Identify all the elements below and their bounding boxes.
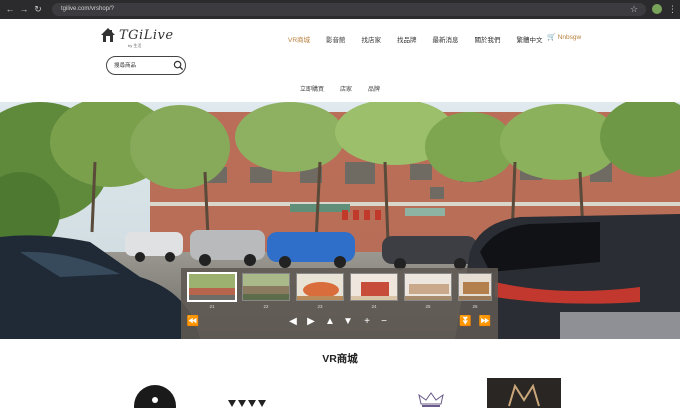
- scene-thumbnail-label: 24: [371, 304, 377, 309]
- cart-label: Nnbsgw: [557, 34, 582, 41]
- extension-icon[interactable]: [652, 4, 662, 14]
- scene-thumbnail-label: 23: [317, 304, 323, 309]
- search-input[interactable]: [114, 61, 172, 71]
- partner-logo-triangles[interactable]: [228, 400, 266, 408]
- brand-name: TGiLive: [119, 28, 174, 43]
- nav-item-brands[interactable]: 找品牌: [397, 34, 417, 44]
- search-box[interactable]: [106, 56, 186, 75]
- zoom-out-icon[interactable]: −: [378, 316, 390, 328]
- left-arrow-icon[interactable]: ◀: [287, 316, 299, 328]
- cart-link[interactable]: 🛒 Nnbsgw: [547, 33, 581, 41]
- star-icon[interactable]: ☆: [630, 3, 638, 15]
- up-arrow-icon[interactable]: ▲: [324, 316, 336, 328]
- scene-thumbnail[interactable]: [404, 273, 452, 301]
- hide-panel-icon[interactable]: ⏬: [459, 316, 471, 328]
- zoom-in-icon[interactable]: +: [361, 316, 373, 328]
- scene-thumbnail-label: 22: [263, 304, 269, 309]
- partner-logo-m[interactable]: [487, 378, 561, 408]
- scene-thumbnail-label: 26: [472, 304, 478, 309]
- scene-thumbnail-label: 21: [209, 304, 215, 309]
- nav-item-stores[interactable]: 找店家: [362, 34, 382, 44]
- scene-thumbnail-label: 25: [425, 304, 431, 309]
- scene-thumbnail[interactable]: [187, 272, 237, 302]
- partner-logo-circle[interactable]: [133, 384, 177, 408]
- brand-tagline: by 生活: [128, 43, 142, 48]
- search-icon[interactable]: [173, 60, 184, 71]
- nav-item-videos[interactable]: 影音館: [326, 34, 346, 44]
- menu-icon[interactable]: ⋮: [668, 3, 677, 15]
- scene-thumbnail[interactable]: [242, 273, 290, 301]
- back-icon[interactable]: ←: [4, 3, 16, 15]
- down-arrow-icon[interactable]: ▼: [342, 316, 354, 328]
- section-title: VR商城: [322, 353, 358, 365]
- forward-icon[interactable]: →: [18, 3, 30, 15]
- main-nav: VR商城 影音館 找店家 找品牌 最新消息 關於我們 繁體中文: [288, 34, 559, 44]
- browser-toolbar: ← → ↻ tgilive.com/vrshop/? ☆ ⋮: [0, 0, 680, 19]
- address-bar[interactable]: tgilive.com/vrshop/?: [52, 3, 646, 16]
- subnav-buy-now[interactable]: 立即購買: [300, 84, 324, 93]
- house-icon: [101, 28, 115, 42]
- scene-thumbnail[interactable]: [350, 273, 398, 301]
- subnav-stores[interactable]: 店家: [340, 84, 352, 93]
- fast-forward-icon[interactable]: ⏩: [478, 316, 492, 328]
- cart-icon: 🛒: [547, 34, 556, 41]
- nav-item-news[interactable]: 最新消息: [433, 34, 459, 44]
- subnav-brands[interactable]: 品牌: [368, 84, 380, 93]
- url-text[interactable]: tgilive.com/vrshop/?: [61, 4, 114, 15]
- nav-item-vr-shop[interactable]: VR商城: [288, 34, 310, 44]
- nav-item-language[interactable]: 繁體中文: [517, 34, 543, 44]
- scene-thumbnail[interactable]: [296, 273, 344, 301]
- partner-logo-crown[interactable]: [416, 390, 446, 408]
- reload-icon[interactable]: ↻: [32, 3, 44, 15]
- right-arrow-icon[interactable]: ▶: [305, 316, 317, 328]
- site-logo[interactable]: TGiLive by 生活: [100, 27, 180, 49]
- tour-control-panel: 21 22 23 24 25 26 ⏪ ◀ ▶ ▲ ▼ + − ⏬ ⏩: [181, 268, 498, 339]
- nav-item-about[interactable]: 關於我們: [475, 34, 501, 44]
- rewind-icon[interactable]: ⏪: [186, 316, 200, 328]
- sub-nav: 立即購買 店家 品牌: [300, 84, 396, 93]
- scene-thumbnail[interactable]: [458, 273, 492, 301]
